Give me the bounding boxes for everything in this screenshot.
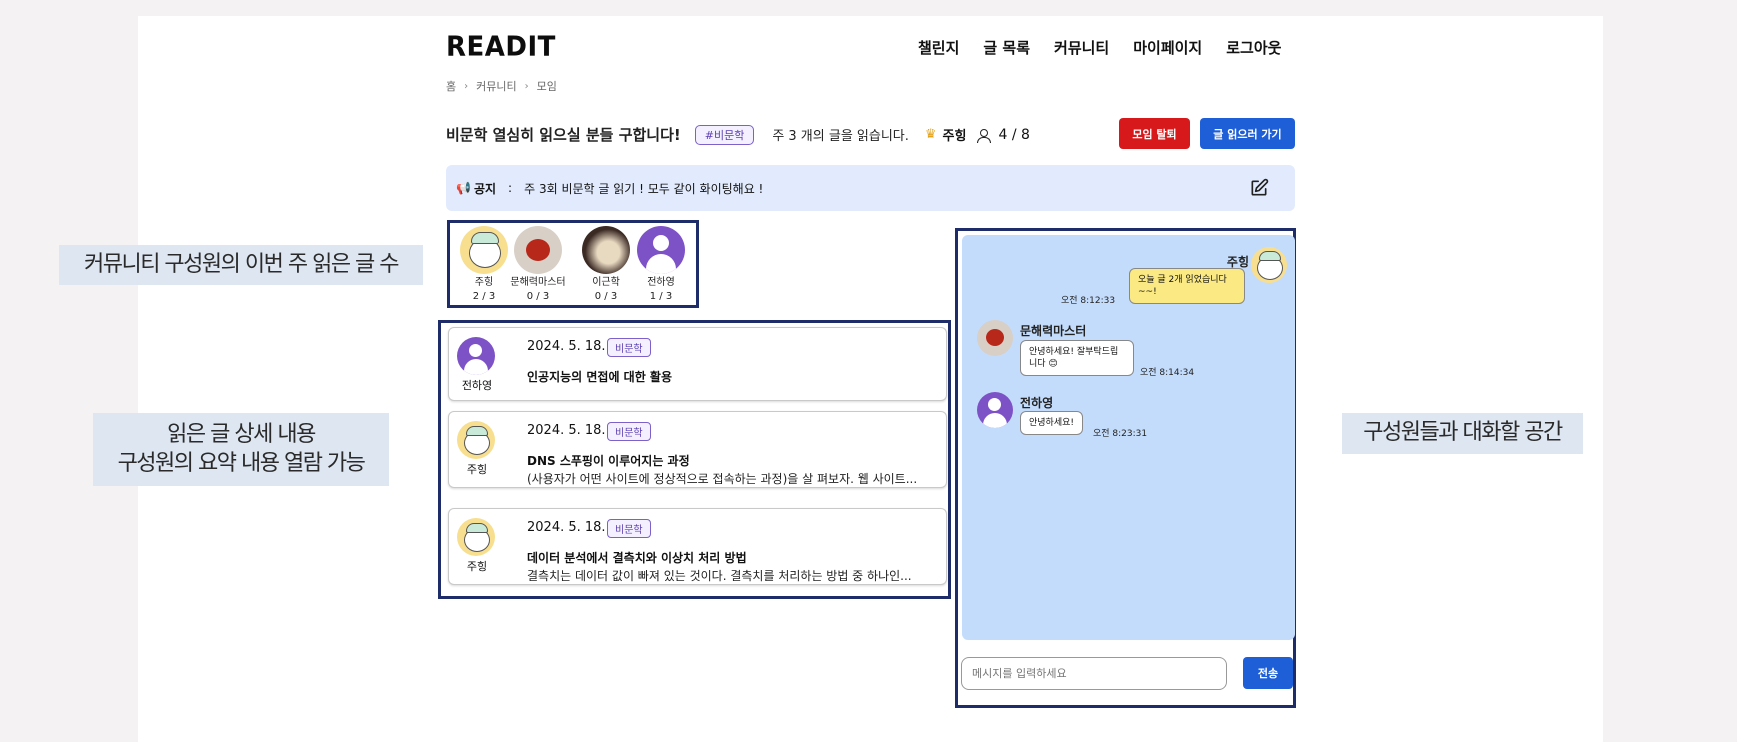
member-card[interactable]: 주힝 2 / 3 <box>456 226 512 303</box>
chat-bubble-line: 오늘 글 2개 읽었습니다 <box>1138 275 1227 285</box>
notice-colon: : <box>508 181 513 195</box>
chat-bubble-line: 니다 😊 <box>1029 359 1058 370</box>
read-posts-list: 전하영 2024. 5. 18. 비문학 인공지능의 면접에 대한 활용 주힝 … <box>438 320 951 599</box>
chat-messages[interactable]: 주힝 오늘 글 2개 읽었습니다 ~~! 오전 8:12:33 문해력마스터 안… <box>962 235 1295 640</box>
chat-avatar <box>1251 247 1287 283</box>
chat-avatar <box>977 320 1013 356</box>
members-annotation-text: 커뮤니티 구성원의 이번 주 읽은 글 수 <box>83 251 400 277</box>
chat-timestamp: 오전 8:14:34 <box>1140 368 1195 378</box>
main-nav: 챌린지 글 목록 커뮤니티 마이페이지 로그아웃 <box>918 37 1281 58</box>
post-date: 2024. 5. 18. <box>527 339 606 354</box>
post-card[interactable]: 주힝 2024. 5. 18. 비문학 데이터 분석에서 결측치와 이상치 처리… <box>448 508 947 585</box>
chat-message-input[interactable] <box>961 657 1227 690</box>
post-summary: 결측치는 데이터 값이 빠져 있는 것이다. 결측치를 처리하는 방법 중 하나… <box>527 569 912 583</box>
chat-bubble: 안녕하세요! 잘부탁드립 니다 😊 <box>1020 340 1134 377</box>
chat-bubble-line: ~~! <box>1138 287 1157 298</box>
post-author: 주힝 <box>466 560 488 573</box>
post-author: 주힝 <box>466 463 488 476</box>
chat-send-button[interactable]: 전송 <box>1243 657 1293 689</box>
member-card[interactable]: 전하영 1 / 3 <box>633 226 689 303</box>
breadcrumb-community[interactable]: 커뮤니티 <box>476 78 516 94</box>
tomato-avatar <box>977 320 1013 356</box>
post-date: 2024. 5. 18. <box>527 520 606 535</box>
person-icon <box>976 128 992 143</box>
member-progress: 2 / 3 <box>472 290 496 302</box>
member-progress: 1 / 3 <box>649 290 673 302</box>
member-progress: 0 / 3 <box>594 290 618 302</box>
chat-sender-name: 문해력마스터 <box>1020 324 1087 338</box>
leave-group-button[interactable]: 모임 탈퇴 <box>1119 118 1190 149</box>
default-avatar <box>637 226 685 274</box>
post-tag: 비문학 <box>607 338 651 357</box>
notice-text: 주 3회 비문학 글 읽기 ! 모두 같이 화이팅해요 ! <box>524 181 764 196</box>
nav-logout[interactable]: 로그아웃 <box>1226 37 1281 58</box>
default-avatar <box>977 392 1013 428</box>
member-name: 전하영 <box>647 277 675 288</box>
posts-annotation: 읽은 글 상세 내용 구성원의 요약 내용 열람 가능 <box>93 413 389 486</box>
chat-bubble: 오늘 글 2개 읽었습니다 ~~! <box>1129 268 1245 305</box>
chevron-right-icon: › <box>464 80 469 92</box>
group-title-row: 비문학 열심히 읽으실 분들 구합니다! #비문학 주 3 개의 글을 읽습니다… <box>446 124 1030 145</box>
post-card[interactable]: 전하영 2024. 5. 18. 비문학 인공지능의 면접에 대한 활용 <box>448 327 947 401</box>
group-tag: #비문학 <box>694 124 755 145</box>
nav-mypage[interactable]: 마이페이지 <box>1133 37 1202 58</box>
bear-avatar <box>460 226 508 274</box>
breadcrumb: 홈 › 커뮤니티 › 모임 <box>446 78 557 94</box>
member-card[interactable]: 문해력마스터 0 / 3 <box>510 226 566 303</box>
bear-avatar <box>457 421 495 459</box>
post-card[interactable]: 주힝 2024. 5. 18. 비문학 DNS 스푸핑이 이루어지는 과정 (사… <box>448 411 947 488</box>
group-chat: 주힝 오늘 글 2개 읽었습니다 ~~! 오전 8:12:33 문해력마스터 안… <box>955 228 1296 708</box>
chevron-right-icon: › <box>524 80 529 92</box>
members-annotation: 커뮤니티 구성원의 이번 주 읽은 글 수 <box>59 245 423 285</box>
notice-bar: 📢 공지 : 주 3회 비문학 글 읽기 ! 모두 같이 화이팅해요 ! <box>446 165 1295 211</box>
nav-community[interactable]: 커뮤니티 <box>1054 37 1109 58</box>
nav-challenge[interactable]: 챌린지 <box>918 37 959 58</box>
default-avatar <box>457 337 495 375</box>
notice-label: 공지 <box>473 181 497 196</box>
posts-annotation-line2: 구성원의 요약 내용 열람 가능 <box>117 450 366 476</box>
group-leader: 주힝 <box>942 129 967 144</box>
tomato-avatar <box>514 226 562 274</box>
member-count: 4 / 8 <box>998 126 1030 143</box>
post-title: 데이터 분석에서 결측치와 이상치 처리 방법 <box>527 551 747 565</box>
chat-annotation-text: 구성원들과 대화할 공간 <box>1363 420 1563 446</box>
member-name: 주힝 <box>474 277 494 288</box>
nav-posts[interactable]: 글 목록 <box>983 37 1030 58</box>
member-card[interactable]: 이근학 0 / 3 <box>578 226 634 303</box>
chat-sender-name: 전하영 <box>1020 396 1054 410</box>
app-logo[interactable]: READIT <box>446 31 556 63</box>
post-summary: (사용자가 어떤 사이트에 정상적으로 접속하는 과정)을 살 펴보자. 웹 사… <box>527 472 918 486</box>
chat-timestamp: 오전 8:23:31 <box>1093 429 1148 439</box>
food-avatar <box>582 226 630 274</box>
edit-icon[interactable] <box>1249 178 1269 198</box>
post-date: 2024. 5. 18. <box>527 423 606 438</box>
posts-annotation-line1: 읽은 글 상세 내용 <box>167 421 316 447</box>
member-progress-strip: 주힝 2 / 3 문해력마스터 0 / 3 이근학 0 / 3 전하영 1 / … <box>447 220 699 308</box>
chat-timestamp: 오전 8:12:33 <box>1061 296 1116 306</box>
go-read-button[interactable]: 글 읽으러 가기 <box>1200 118 1295 149</box>
chat-bubble: 안녕하세요! <box>1020 411 1084 436</box>
member-name: 문해력마스터 <box>510 277 566 288</box>
member-progress: 0 / 3 <box>526 290 550 302</box>
member-name: 이근학 <box>592 277 620 288</box>
chat-avatar <box>977 392 1013 428</box>
group-title: 비문학 열심히 읽으실 분들 구합니다! <box>446 126 681 144</box>
post-tag: 비문학 <box>607 422 651 441</box>
chat-bubble-line: 안녕하세요! 잘부탁드립 <box>1029 347 1119 357</box>
post-title: DNS 스푸핑이 이루어지는 과정 <box>527 454 690 468</box>
weekly-goal: 주 3 개의 글을 읽습니다. <box>772 129 909 144</box>
megaphone-icon: 📢 <box>456 181 471 195</box>
breadcrumb-group: 모임 <box>536 80 557 93</box>
breadcrumb-home[interactable]: 홈 <box>446 78 456 94</box>
bear-avatar <box>457 518 495 556</box>
post-title: 인공지능의 면접에 대한 활용 <box>527 370 673 384</box>
post-author: 전하영 <box>461 379 493 392</box>
chat-annotation: 구성원들과 대화할 공간 <box>1342 413 1583 454</box>
crown-icon: ♛ <box>924 127 937 142</box>
chat-bubble-line: 안녕하세요! <box>1029 418 1075 428</box>
post-tag: 비문학 <box>607 519 651 538</box>
bear-avatar <box>1251 247 1287 283</box>
